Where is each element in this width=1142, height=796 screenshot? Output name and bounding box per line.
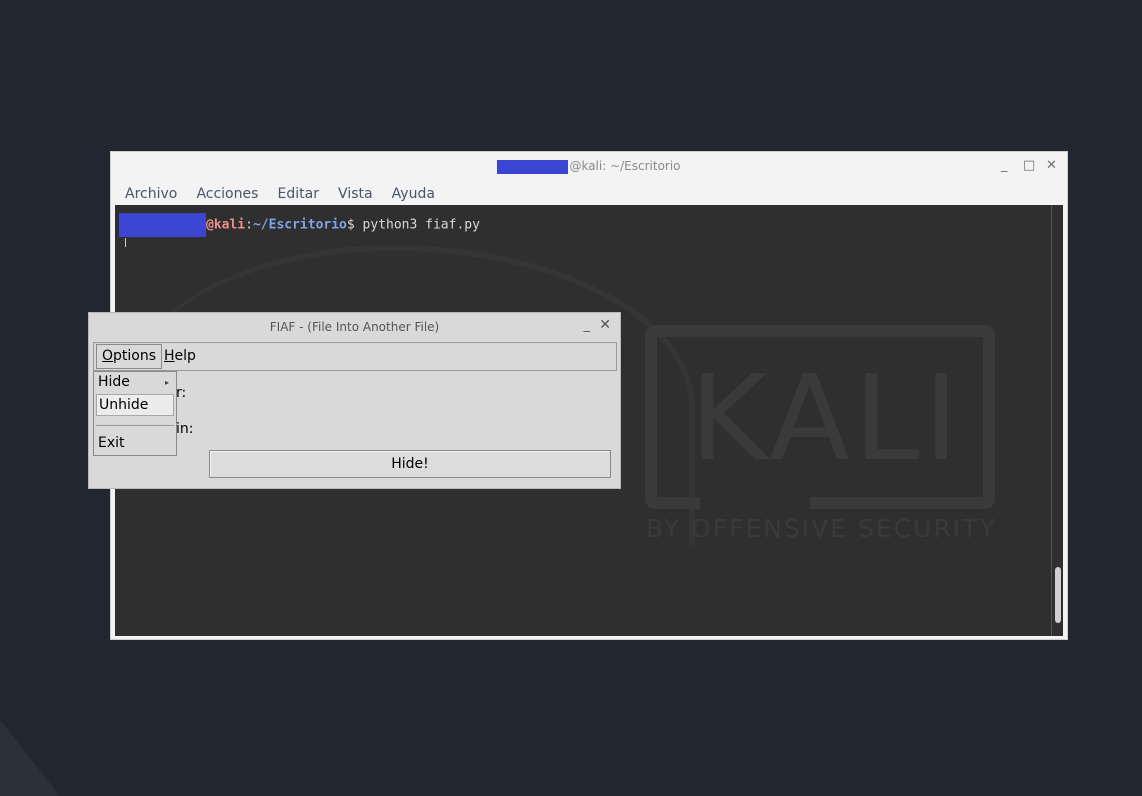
kali-logo-text: KALI <box>690 349 963 487</box>
options-label-rest: ptions <box>113 348 157 364</box>
redacted-username <box>119 213 206 237</box>
text-cursor <box>125 238 126 247</box>
terminal-prompt-line: @kali:~/Escritorio$ python3 fiaf.py <box>119 213 480 237</box>
hide-button[interactable]: Hide! <box>209 450 611 478</box>
menu-separator <box>96 425 174 426</box>
prompt-command: python3 fiaf.py <box>354 217 480 233</box>
scrollbar-thumb[interactable] <box>1055 567 1061 623</box>
kali-logo-subtext: BY OFFENSIVE SECURITY <box>646 514 997 543</box>
terminal-title-text: @kali: ~/Escritorio <box>569 159 681 173</box>
menu-acciones[interactable]: Acciones <box>196 186 258 202</box>
close-button[interactable]: ✕ <box>1046 158 1057 173</box>
fiaf-title: FIAF - (File Into Another File) <box>269 320 440 334</box>
submenu-arrow-icon: ▸ <box>165 378 170 387</box>
menu-archivo[interactable]: Archivo <box>125 186 177 202</box>
minimize-button[interactable]: _ <box>1001 158 1008 173</box>
menu-item-unhide[interactable]: Unhide <box>96 394 174 416</box>
prompt-symbol: $ <box>346 217 355 233</box>
menu-editar[interactable]: Editar <box>278 186 319 202</box>
fiaf-menubar: Options Help <box>93 342 617 371</box>
help-mnemonic: H <box>164 348 175 364</box>
menu-vista[interactable]: Vista <box>338 186 373 202</box>
menu-ayuda[interactable]: Ayuda <box>392 186 435 202</box>
prompt-host: @kali <box>206 217 246 233</box>
partial-label-1: r: <box>176 385 187 401</box>
options-dropdown-menu: Hide ▸ Unhide Exit <box>93 371 177 456</box>
terminal-menubar: Archivo Acciones Editar Vista Ayuda <box>125 183 449 203</box>
maximize-button[interactable]: □ <box>1023 158 1035 173</box>
menu-item-hide[interactable]: Hide <box>98 374 130 390</box>
terminal-titlebar[interactable]: @kali: ~/Escritorio _ □ ✕ <box>111 152 1067 180</box>
partial-label-2: in: <box>176 421 194 437</box>
prompt-path: ~/Escritorio <box>252 217 347 233</box>
menu-options[interactable]: Options <box>96 344 163 369</box>
fiaf-close-button[interactable]: ✕ <box>599 317 611 333</box>
menu-item-exit[interactable]: Exit <box>98 435 125 451</box>
redacted-username <box>497 159 569 174</box>
menu-help[interactable]: Help <box>164 344 196 369</box>
desktop-corner-decoration <box>0 720 60 796</box>
terminal-title: @kali: ~/Escritorio <box>111 159 1067 174</box>
options-mnemonic: O <box>102 348 114 364</box>
fiaf-minimize-button[interactable]: _ <box>584 318 591 333</box>
kali-logo-gap <box>700 493 810 513</box>
prompt-separator: : <box>245 217 253 233</box>
help-label-rest: elp <box>174 348 196 364</box>
